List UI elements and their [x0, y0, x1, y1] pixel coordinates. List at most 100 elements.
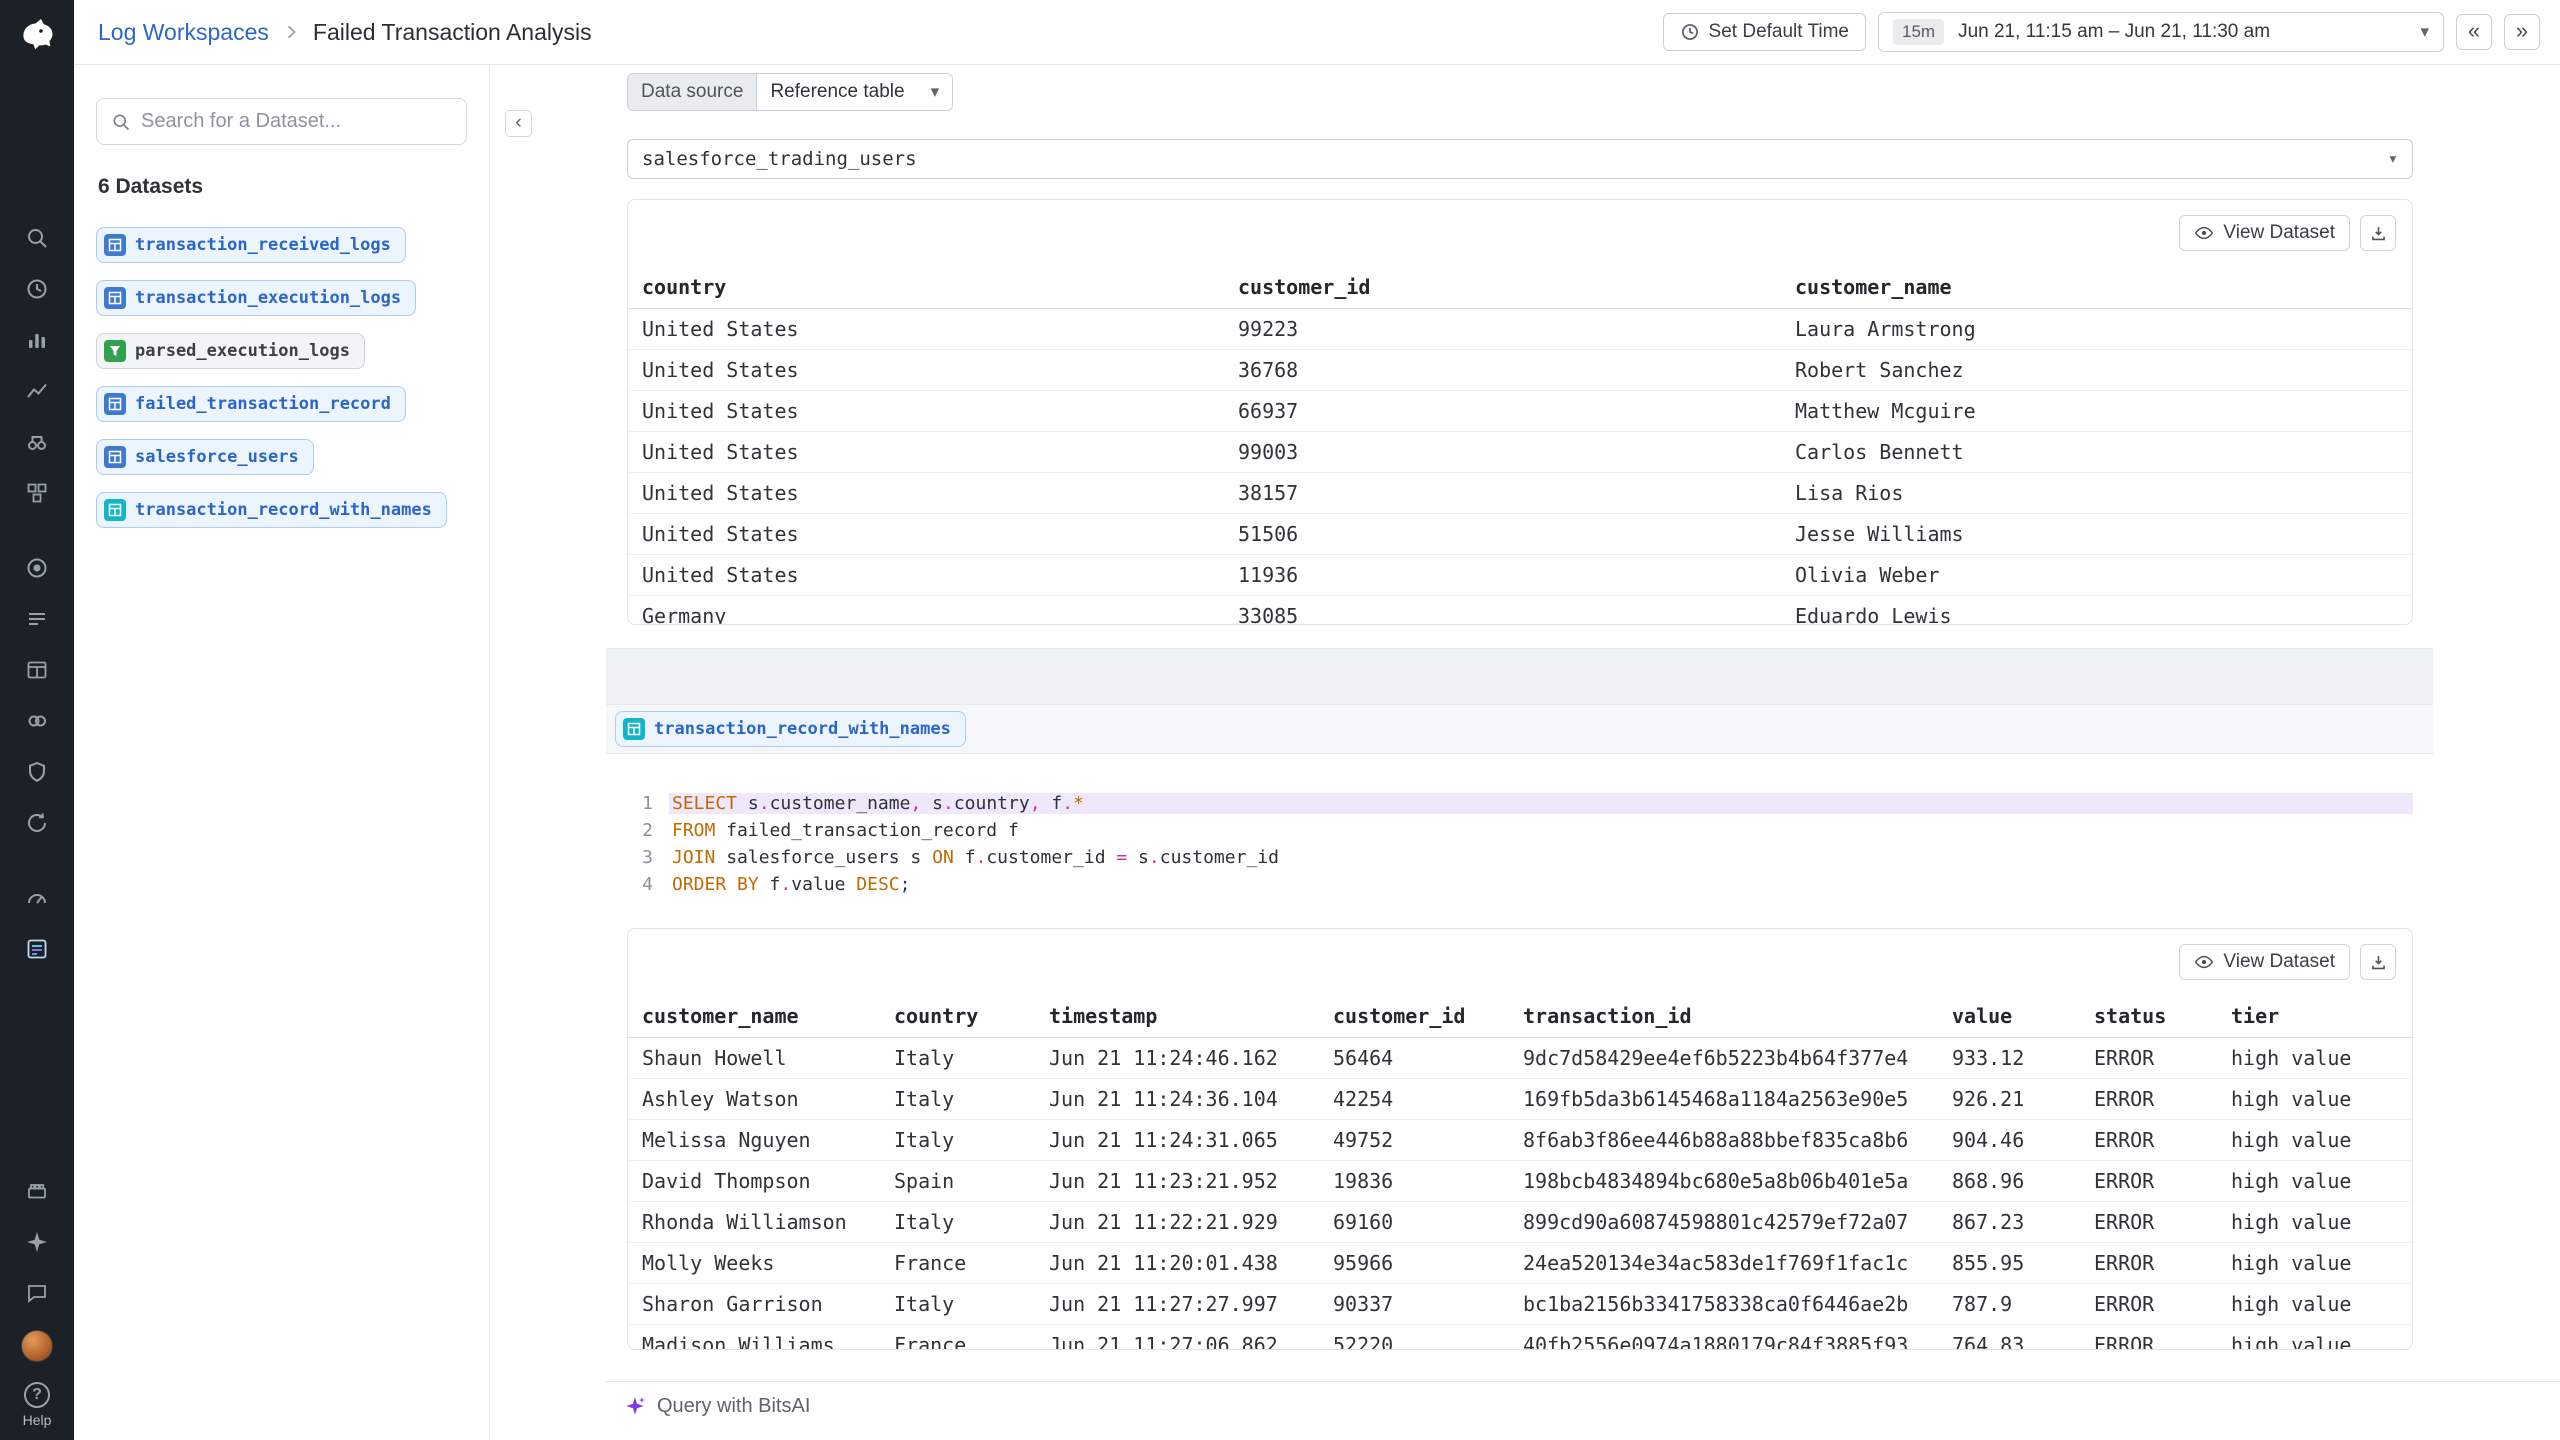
chevron-down-icon: ▾ — [931, 82, 940, 102]
time-range-selector[interactable]: 15m Jun 21, 11:15 am – Jun 21, 11:30 am … — [1878, 12, 2444, 52]
dataset-chip[interactable]: transaction_execution_logs — [96, 280, 416, 316]
integrations-icon[interactable] — [23, 707, 51, 735]
apm-icon[interactable] — [23, 554, 51, 582]
toolkit-icon[interactable] — [23, 1177, 51, 1205]
table-row[interactable]: Rhonda WilliamsonItalyJun 21 11:22:21.92… — [628, 1202, 2412, 1243]
dashboards-icon[interactable] — [23, 326, 51, 354]
skip-backward-button[interactable]: « — [2456, 14, 2492, 50]
column-header[interactable]: transaction_id — [1523, 995, 1952, 1038]
dataset-select[interactable]: salesforce_trading_users ▾ — [627, 139, 2413, 179]
monitoring-icon[interactable] — [23, 884, 51, 912]
help-button[interactable]: ? Help — [23, 1382, 52, 1428]
query-with-bitsai-button[interactable]: Query with BitsAI — [606, 1381, 2560, 1430]
search-icon[interactable] — [23, 224, 51, 252]
table-row[interactable]: United States99003Carlos Bennett — [628, 432, 2412, 473]
skip-forward-button[interactable]: » — [2504, 14, 2540, 50]
metrics-icon[interactable] — [23, 377, 51, 405]
dataset-chip[interactable]: parsed_execution_logs — [96, 333, 365, 369]
table-header-row: countrycustomer_idcustomer_name — [628, 266, 2412, 309]
table-row[interactable]: United States66937Matthew Mcguire — [628, 391, 2412, 432]
table-row[interactable]: Germany33085Eduardo Lewis — [628, 596, 2412, 626]
column-header[interactable]: customer_id — [1333, 995, 1523, 1038]
sync-icon[interactable] — [23, 809, 51, 837]
collapse-sidebar-button[interactable]: ‹ — [505, 110, 532, 137]
column-header[interactable]: tier — [2231, 995, 2412, 1038]
table-row[interactable]: Shaun HowellItalyJun 21 11:24:46.1625646… — [628, 1038, 2412, 1079]
time-range-label: Jun 21, 11:15 am – Jun 21, 11:30 am — [1958, 21, 2270, 43]
column-header[interactable]: customer_id — [1238, 266, 1795, 309]
dataset-chip-label: parsed_execution_logs — [135, 341, 350, 361]
dataset-search-input[interactable] — [141, 110, 452, 133]
dataset-chip[interactable]: transaction_received_logs — [96, 227, 406, 263]
table-cell: high value — [2231, 1243, 2412, 1284]
bitsai-label: Query with BitsAI — [657, 1395, 810, 1418]
column-header[interactable]: timestamp — [1049, 995, 1333, 1038]
log-workspaces-icon[interactable] — [23, 935, 51, 963]
table-row[interactable]: Molly WeeksFranceJun 21 11:20:01.4389596… — [628, 1243, 2412, 1284]
table-row[interactable]: United States11936Olivia Weber — [628, 555, 2412, 596]
table-row[interactable]: Ashley WatsonItalyJun 21 11:24:36.104422… — [628, 1079, 2412, 1120]
dataset-chip[interactable]: salesforce_users — [96, 439, 314, 475]
user-avatar[interactable] — [21, 1330, 53, 1362]
table-row[interactable]: United States51506Jesse Williams — [628, 514, 2412, 555]
table-cell: 36768 — [1238, 350, 1795, 391]
column-header[interactable]: country — [628, 266, 1238, 309]
table-cell: 95966 — [1333, 1243, 1523, 1284]
dataset-chip[interactable]: transaction_record_with_names — [615, 711, 966, 747]
table-header-row: customer_namecountrytimestampcustomer_id… — [628, 995, 2412, 1038]
dataset-chip[interactable]: failed_transaction_record — [96, 386, 406, 422]
security-icon[interactable] — [23, 758, 51, 786]
breadcrumb-log-workspaces[interactable]: Log Workspaces — [98, 19, 269, 46]
sql-code-text: SELECT s.customer_name, s.country, f.* — [669, 793, 2413, 814]
table-cell: 169fb5da3b6145468a1184a2563e90e5 — [1523, 1079, 1952, 1120]
recents-icon[interactable] — [23, 275, 51, 303]
dataset-search-box[interactable] — [96, 98, 467, 145]
logs-icon[interactable] — [23, 605, 51, 633]
table-cell: United States — [628, 350, 1238, 391]
table-cell: Olivia Weber — [1795, 555, 2412, 596]
table-cell: United States — [628, 473, 1238, 514]
datasets-heading: 6 Datasets — [98, 175, 489, 199]
set-default-time-label: Set Default Time — [1709, 21, 1849, 43]
table-row[interactable]: United States99223Laura Armstrong — [628, 309, 2412, 350]
view-dataset-button[interactable]: View Dataset — [2179, 944, 2350, 980]
column-header[interactable]: customer_name — [628, 995, 894, 1038]
view-dataset-button[interactable]: View Dataset — [2179, 215, 2350, 251]
table-icon — [104, 287, 126, 309]
feedback-icon[interactable] — [23, 1279, 51, 1307]
source-type-select[interactable]: Reference table ▾ — [757, 74, 952, 110]
table-row[interactable]: United States36768Robert Sanchez — [628, 350, 2412, 391]
app-rail: ? Help — [0, 0, 74, 1440]
software-delivery-icon[interactable] — [23, 656, 51, 684]
download-icon — [2369, 953, 2388, 972]
table-cell: Italy — [894, 1038, 1049, 1079]
table-cell: Germany — [628, 596, 1238, 626]
table-cell: 926.21 — [1952, 1079, 2094, 1120]
table-cell: Jun 21 11:24:36.104 — [1049, 1079, 1333, 1120]
column-header[interactable]: value — [1952, 995, 2094, 1038]
sql-editor[interactable]: 1SELECT s.customer_name, s.country, f.*2… — [627, 790, 2413, 898]
table-row[interactable]: Sharon GarrisonItalyJun 21 11:27:27.9979… — [628, 1284, 2412, 1325]
query-cell: transaction_record_with_names 1SELECT s.… — [606, 705, 2433, 1381]
table-row[interactable]: Madison WilliamsFranceJun 21 11:27:06.86… — [628, 1325, 2412, 1351]
table-row[interactable]: David ThompsonSpainJun 21 11:23:21.95219… — [628, 1161, 2412, 1202]
column-header[interactable]: customer_name — [1795, 266, 2412, 309]
download-button[interactable] — [2360, 944, 2396, 980]
table-row[interactable]: Melissa NguyenItalyJun 21 11:24:31.06549… — [628, 1120, 2412, 1161]
table-cell: 33085 — [1238, 596, 1795, 626]
download-button[interactable] — [2360, 215, 2396, 251]
bitsai-icon[interactable] — [23, 1228, 51, 1256]
dataset-chip[interactable]: transaction_record_with_names — [96, 492, 447, 528]
column-header[interactable]: country — [894, 995, 1049, 1038]
table-cell: 868.96 — [1952, 1161, 2094, 1202]
table-row[interactable]: United States38157Lisa Rios — [628, 473, 2412, 514]
table-cell: ERROR — [2094, 1120, 2231, 1161]
set-default-time-button[interactable]: Set Default Time — [1663, 13, 1866, 51]
datadog-logo[interactable] — [15, 12, 59, 56]
infrastructure-icon[interactable] — [23, 479, 51, 507]
table-cell: bc1ba2156b3341758338ca0f6446ae2b — [1523, 1284, 1952, 1325]
column-header[interactable]: status — [2094, 995, 2231, 1038]
breadcrumb-chevron-icon — [281, 22, 301, 42]
table-cell: Ashley Watson — [628, 1079, 894, 1120]
watchdog-icon[interactable] — [23, 428, 51, 456]
